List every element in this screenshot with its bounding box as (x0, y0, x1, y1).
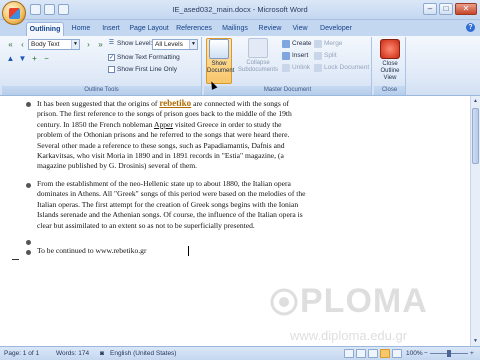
zoom-level[interactable]: 100% (406, 347, 423, 360)
group-label-outline-tools: Outline Tools (2, 86, 201, 95)
split-icon (314, 51, 322, 60)
close-outline-view-button[interactable]: Close Outline View (375, 39, 405, 83)
group-label-master-document: Master Document (204, 86, 371, 95)
document-area[interactable]: PLOMA www.diploma.edu.gr It has been sug… (0, 96, 470, 346)
tab-outlining[interactable]: Outlining (26, 22, 64, 36)
lock-document-button[interactable]: Lock Document (314, 63, 369, 72)
zoom-slider-knob[interactable] (447, 350, 451, 357)
outline-level-select[interactable]: Body Text ▼ (28, 39, 80, 50)
outline-bullet-icon[interactable] (26, 240, 31, 245)
close-window-button[interactable]: ✕ (455, 3, 477, 15)
collapse-icon[interactable]: − (40, 53, 53, 64)
zoom-slider[interactable] (430, 350, 468, 357)
watermark-logo-icon (270, 288, 298, 316)
print-layout-icon[interactable] (344, 349, 354, 358)
ribbon: « ‹ Body Text ▼ › » ▲ ▼ + − ☰ Show Level… (0, 36, 480, 96)
status-bar: Page: 1 of 1 Words: 174 ◙ English (Unite… (0, 346, 480, 360)
tab-developer[interactable]: Developer (316, 22, 356, 36)
unlink-button[interactable]: Unlink (282, 63, 310, 72)
language-icon: ◙ (100, 350, 104, 357)
collapse-subdocuments-button[interactable]: Collapse Subdocuments (238, 38, 278, 84)
show-level-label: ☰ Show Level: (108, 40, 153, 47)
split-button[interactable]: Split (314, 51, 337, 60)
scroll-up-icon[interactable]: ▲ (472, 97, 479, 105)
subdocuments-icon (248, 38, 268, 58)
group-master-document: Show Document Collapse Subdocuments Crea… (204, 37, 372, 95)
outline-level-value: Body Text (31, 41, 60, 48)
web-layout-icon[interactable] (368, 349, 378, 358)
show-text-formatting-checkbox[interactable]: ✓ Show Text Formatting (108, 53, 180, 62)
underlined-name: Apper (153, 119, 173, 129)
window-title: IE_ased032_main.docx - Microsoft Word (172, 5, 308, 14)
merge-button[interactable]: Merge (314, 39, 342, 48)
word-count[interactable]: Words: 174 (56, 347, 89, 360)
show-first-line-only-checkbox[interactable]: Show First Line Only (108, 65, 177, 74)
insert-button[interactable]: Insert (282, 51, 308, 60)
merge-icon (314, 39, 322, 48)
show-level-value: All Levels (155, 41, 183, 48)
draft-view-icon[interactable] (392, 349, 402, 358)
text-cursor (188, 246, 189, 256)
tab-review[interactable]: Review (256, 22, 284, 36)
full-screen-reading-icon[interactable] (356, 349, 366, 358)
group-close: Close Outline View Close (374, 37, 406, 95)
body-text-marker-icon (12, 259, 19, 260)
chevron-down-icon: ▼ (71, 40, 79, 49)
show-level-icon: ☰ (108, 40, 115, 46)
chevron-down-icon: ▼ (189, 40, 197, 49)
outline-view-icon[interactable] (380, 349, 390, 358)
insert-icon (282, 51, 290, 60)
office-button[interactable] (2, 1, 26, 25)
show-level-select[interactable]: All Levels ▼ (152, 39, 198, 50)
highlighted-term: rebetiko (159, 98, 192, 108)
checkbox-unchecked-icon (108, 66, 115, 73)
tab-home[interactable]: Home (68, 22, 94, 36)
minimize-button[interactable]: – (423, 3, 437, 15)
outline-bullet-icon[interactable] (26, 102, 31, 107)
tab-page-layout[interactable]: Page Layout (128, 22, 170, 36)
help-icon[interactable]: ? (466, 23, 475, 32)
paragraph-1[interactable]: It has been suggested that the origins o… (37, 98, 307, 172)
tab-references[interactable]: References (174, 22, 214, 36)
maximize-button[interactable]: □ (439, 3, 453, 15)
zoom-in-icon[interactable]: + (470, 347, 474, 360)
show-document-button[interactable]: Show Document (206, 38, 234, 84)
paragraph-2[interactable]: From the establishment of the neo-Hellen… (37, 179, 307, 231)
language[interactable]: English (United States) (110, 347, 176, 360)
zoom-out-icon[interactable]: − (424, 347, 428, 360)
outline-bullet-icon[interactable] (26, 183, 31, 188)
tab-insert[interactable]: Insert (98, 22, 124, 36)
lock-icon (314, 63, 322, 72)
create-icon (282, 39, 290, 48)
view-buttons (344, 349, 402, 358)
tab-mailings[interactable]: Mailings (218, 22, 252, 36)
create-button[interactable]: Create (282, 39, 312, 48)
outline-bullet-icon[interactable] (26, 250, 31, 255)
tab-view[interactable]: View (288, 22, 312, 36)
group-outline-tools: « ‹ Body Text ▼ › » ▲ ▼ + − ☰ Show Level… (2, 37, 202, 95)
group-label-close: Close (374, 86, 405, 95)
watermark-url: www.diploma.edu.gr (290, 328, 408, 343)
close-icon (380, 39, 400, 59)
title-bar: IE_ased032_main.docx - Microsoft Word – … (0, 0, 480, 25)
document-icon (209, 39, 229, 59)
unlink-icon (282, 63, 290, 72)
watermark-text: PLOMA (300, 282, 428, 320)
vertical-scrollbar[interactable]: ▲ ▼ (470, 96, 480, 346)
last-line[interactable]: To be continued to www.rebetiko.gr (37, 246, 307, 256)
office-logo-icon (9, 8, 20, 19)
ribbon-tabs: Outlining Home Insert Page Layout Refere… (0, 20, 480, 36)
page-count[interactable]: Page: 1 of 1 (4, 347, 39, 360)
scroll-down-icon[interactable]: ▼ (472, 337, 479, 345)
demote-to-body-icon[interactable]: » (94, 39, 107, 50)
checkbox-checked-icon: ✓ (108, 54, 115, 61)
scrollbar-thumb[interactable] (472, 108, 479, 164)
